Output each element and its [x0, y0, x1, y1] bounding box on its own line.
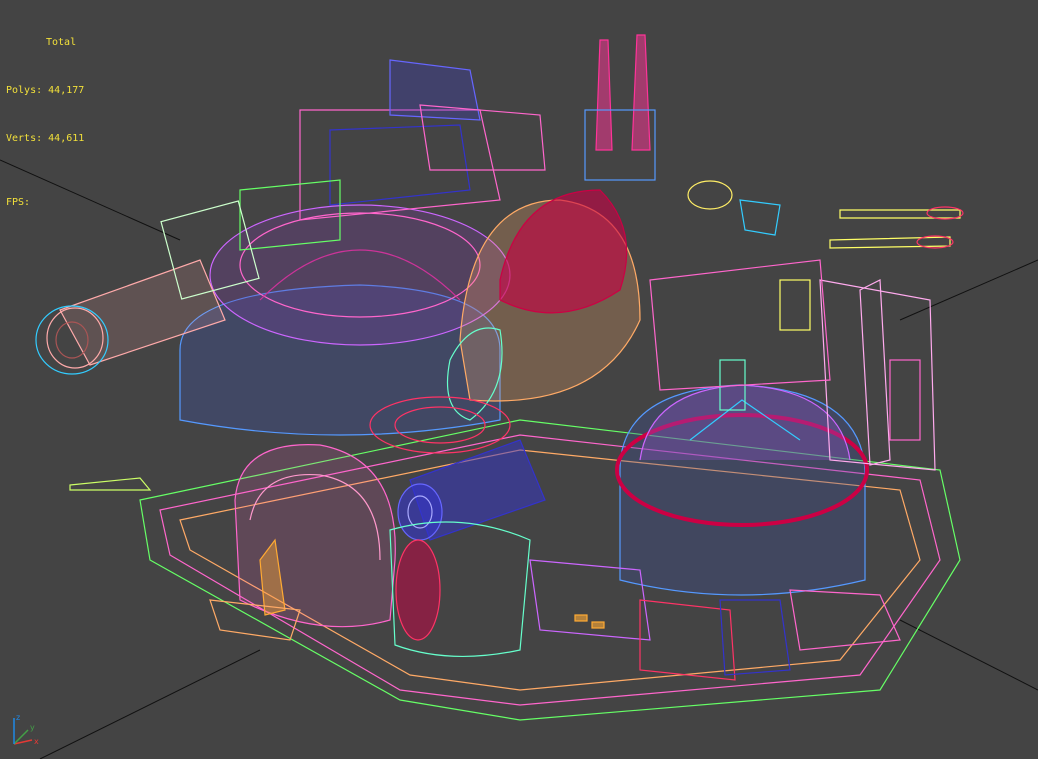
- axis-z-label: z: [16, 713, 20, 722]
- grid-line: [899, 619, 1038, 691]
- wireframe-model: [0, 34, 1038, 759]
- missiles: [584, 34, 964, 249]
- polys-row: Polys: 44,177: [6, 83, 84, 99]
- verts-label: Verts:: [6, 133, 43, 144]
- viewport-stats: Total Polys: 44,177 Verts: 44,611 FPS:: [6, 3, 84, 243]
- axis-y-label: y: [30, 723, 35, 732]
- polys-value: 44,177: [48, 85, 85, 96]
- polys-label: Polys:: [6, 85, 43, 96]
- 3d-viewport[interactable]: Total Polys: 44,177 Verts: 44,611 FPS: x…: [0, 0, 1038, 759]
- hangar-front-left: [209, 444, 396, 641]
- verts-row: Verts: 44,611: [6, 131, 84, 147]
- axis-gizmo-icon: x y z: [13, 713, 39, 746]
- grid-line: [899, 259, 1038, 321]
- stats-header: Total: [46, 37, 77, 48]
- fps-label: FPS:: [6, 197, 31, 208]
- hangar-right: [615, 359, 869, 596]
- verts-value: 44,611: [48, 133, 85, 144]
- axis-x-label: x: [34, 737, 39, 746]
- grid-line: [39, 649, 261, 759]
